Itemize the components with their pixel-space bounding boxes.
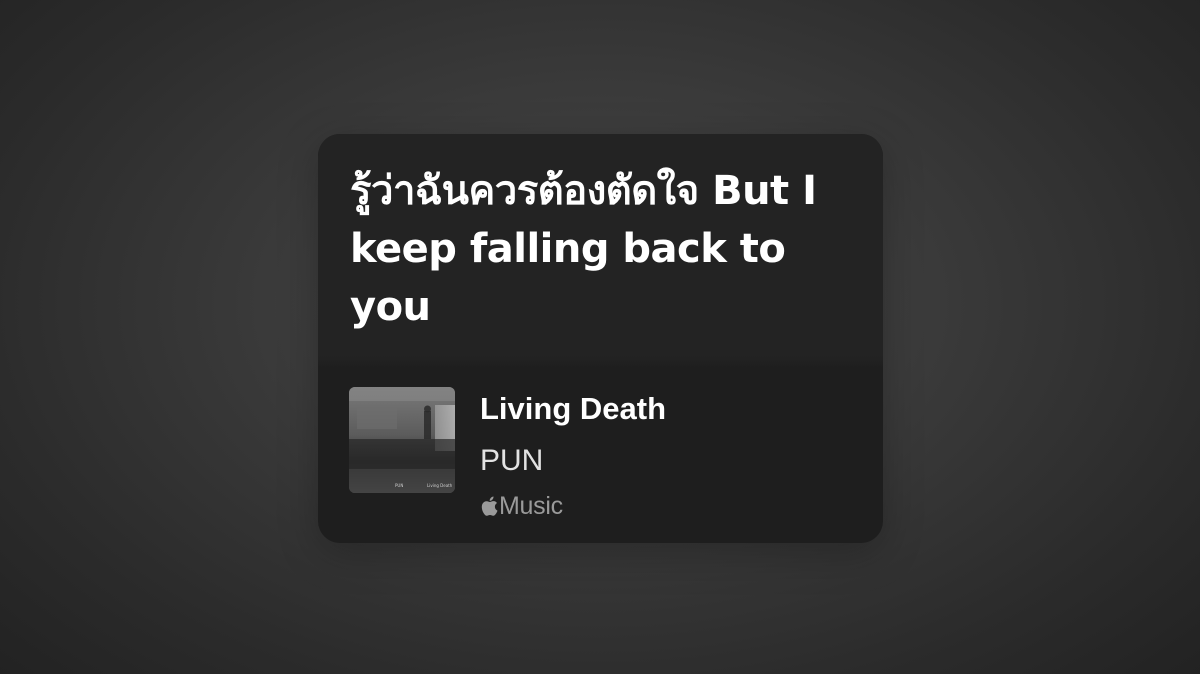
song-info-section[interactable]: PUN Living Death Living Death PUN Music — [318, 356, 883, 543]
lyric-share-card[interactable]: รู้ว่าฉันควรต้องตัดใจ But I keep falling… — [318, 134, 883, 543]
album-art-caption-left: PUN — [395, 483, 404, 488]
album-art[interactable]: PUN Living Death — [349, 387, 455, 493]
lyrics-text: รู้ว่าฉันควรต้องตัดใจ But I keep falling… — [350, 168, 817, 330]
song-title[interactable]: Living Death — [480, 390, 666, 428]
apple-music-label: Music — [499, 492, 563, 520]
lyrics-section: รู้ว่าฉันควรต้องตัดใจ But I keep falling… — [318, 134, 883, 356]
album-art-caption-right: Living Death — [427, 483, 453, 488]
artist-name[interactable]: PUN — [480, 443, 543, 479]
album-art-image — [349, 387, 455, 493]
apple-logo-icon — [480, 495, 498, 517]
apple-music-badge[interactable]: Music — [480, 491, 563, 521]
